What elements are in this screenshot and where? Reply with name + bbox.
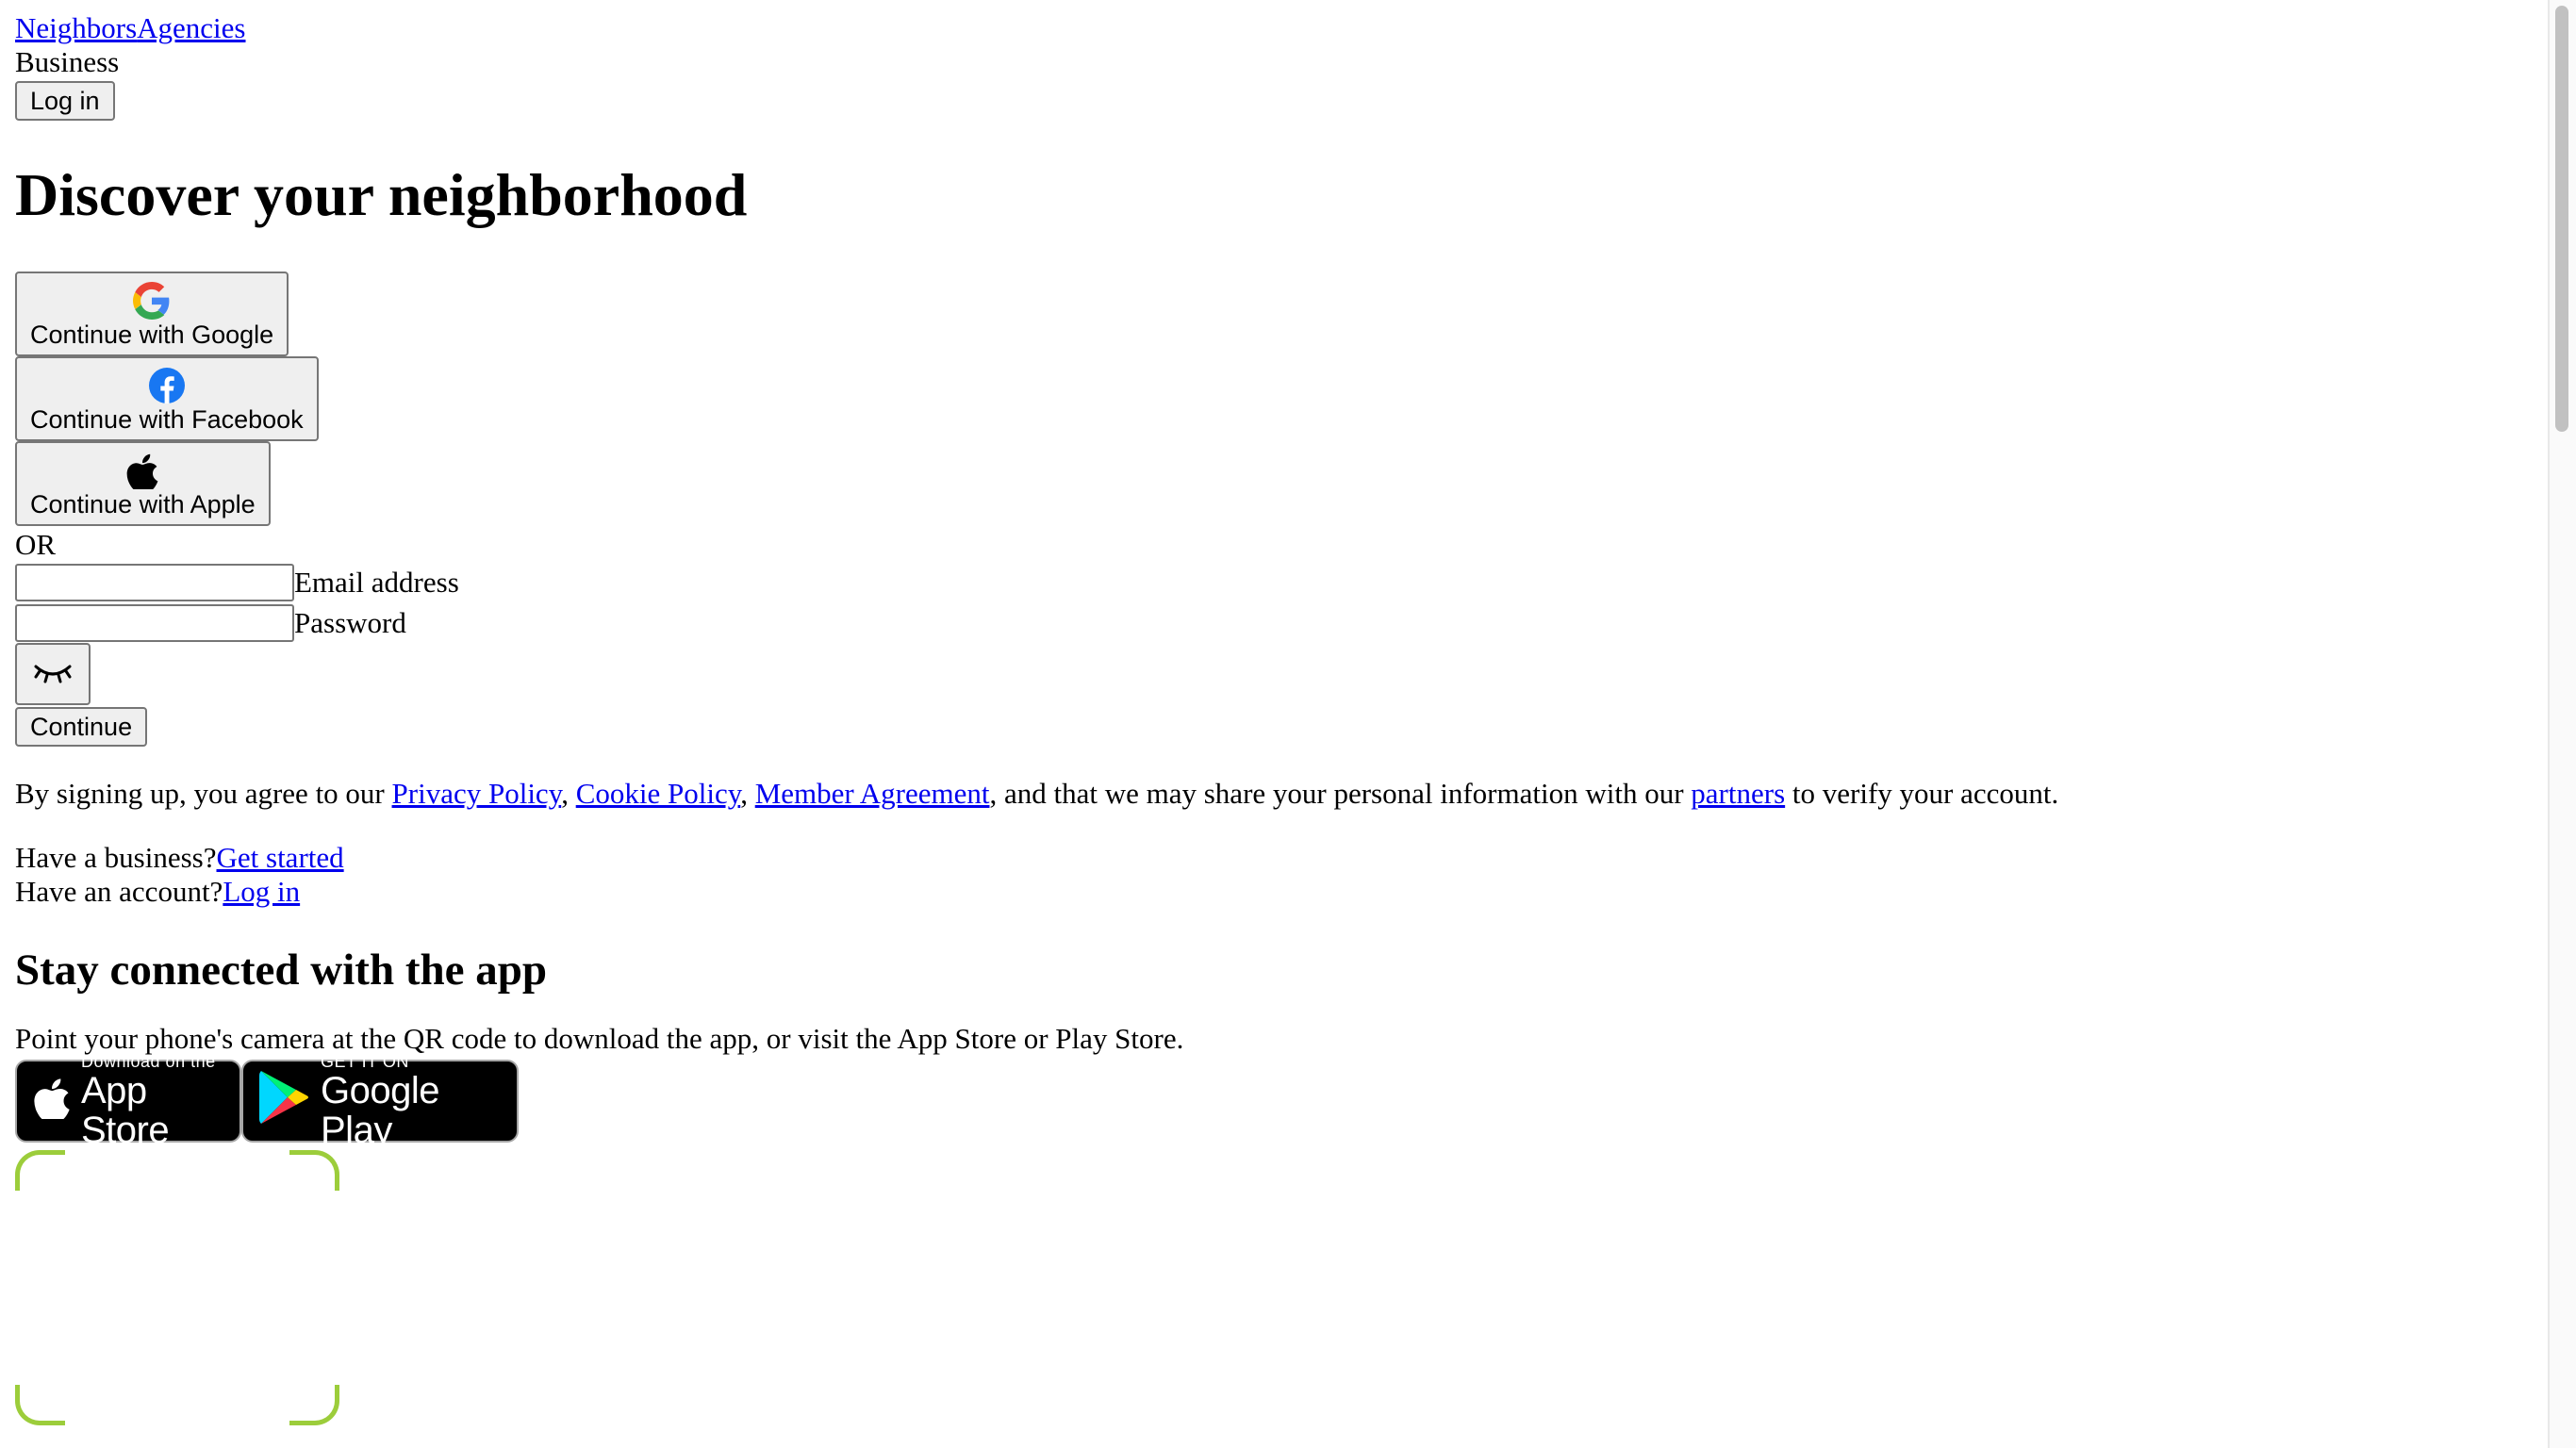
- qr-frame-corner: [289, 1150, 339, 1191]
- social-login-group: Continue with Google Continue with Faceb…: [15, 272, 2542, 526]
- password-field[interactable]: [15, 603, 294, 642]
- terms-suffix: to verify your account.: [1785, 777, 2059, 810]
- app-store-badge[interactable]: Download on the App Store: [15, 1052, 241, 1150]
- terms-text: By signing up, you agree to our Privacy …: [15, 777, 2542, 811]
- qr-frame-corner: [15, 1150, 65, 1191]
- qr-frame-corner: [15, 1385, 65, 1425]
- email-row: Email address: [15, 562, 2542, 602]
- business-row: Have a business?Get started: [15, 841, 2542, 875]
- nav-link-neighbors[interactable]: Neighbors: [15, 11, 137, 44]
- google-play-text: GET IT ON Google Play: [321, 1052, 517, 1150]
- store-badges: Download on the App Store GET IT ON Goog…: [15, 1052, 2542, 1150]
- login-link[interactable]: Log in: [223, 875, 300, 908]
- google-play-badge[interactable]: GET IT ON Google Play: [241, 1052, 519, 1150]
- get-started-link[interactable]: Get started: [217, 841, 344, 874]
- email-label: Email address: [294, 565, 459, 599]
- app-store-big-text: App Store: [81, 1070, 170, 1151]
- email-field[interactable]: [15, 563, 294, 601]
- password-row: Password: [15, 602, 2542, 643]
- account-row: Have an account?Log in: [15, 875, 2542, 909]
- page-scrollbar[interactable]: [2548, 0, 2576, 1448]
- account-prompt: Have an account?: [15, 875, 223, 908]
- top-nav: NeighborsAgencies: [15, 11, 2542, 45]
- page-title: Discover your neighborhood: [15, 161, 748, 228]
- apple-icon: [34, 1076, 70, 1127]
- toggle-password-visibility-button[interactable]: [15, 643, 91, 705]
- terms-separator: ,: [561, 777, 576, 810]
- continue-with-facebook-button[interactable]: Continue with Facebook: [15, 356, 319, 441]
- google-play-big-text: Google Play: [321, 1070, 439, 1151]
- facebook-button-label: Continue with Facebook: [30, 405, 304, 434]
- app-store-small-text: Download on the: [81, 1052, 216, 1071]
- eye-closed-icon: [32, 663, 74, 691]
- nav-link-agencies[interactable]: Agencies: [137, 11, 245, 44]
- app-store-text: Download on the App Store: [81, 1052, 239, 1150]
- google-play-small-text: GET IT ON: [321, 1052, 409, 1071]
- or-divider: OR: [15, 528, 57, 561]
- login-button[interactable]: Log in: [15, 81, 115, 121]
- app-section-title: Stay connected with the app: [15, 946, 548, 995]
- qr-frame-corner: [289, 1385, 339, 1425]
- terms-separator: ,: [740, 777, 755, 810]
- qr-code-frame: [15, 1150, 339, 1425]
- privacy-policy-link[interactable]: Privacy Policy: [392, 777, 562, 810]
- member-agreement-link[interactable]: Member Agreement: [755, 777, 990, 810]
- partners-link[interactable]: partners: [1691, 777, 1785, 810]
- footer-links: Have a business?Get started Have an acco…: [15, 841, 2542, 909]
- business-prompt: Have a business?: [15, 841, 217, 874]
- password-label: Password: [294, 605, 406, 639]
- app-section-description: Point your phone's camera at the QR code…: [15, 1022, 1184, 1055]
- facebook-icon: [30, 365, 304, 406]
- google-play-icon: [258, 1069, 309, 1133]
- nav-business-label: Business: [15, 45, 120, 78]
- terms-prefix: By signing up, you agree to our: [15, 777, 392, 810]
- cookie-policy-link[interactable]: Cookie Policy: [576, 777, 741, 810]
- page: NeighborsAgencies Business Log in Discov…: [15, 11, 2542, 1425]
- apple-button-label: Continue with Apple: [30, 490, 256, 518]
- google-icon: [30, 280, 273, 321]
- apple-icon: [30, 450, 256, 491]
- terms-middle: , and that we may share your personal in…: [989, 777, 1692, 810]
- continue-button[interactable]: Continue: [15, 707, 148, 747]
- continue-with-apple-button[interactable]: Continue with Apple: [15, 441, 271, 526]
- scrollbar-thumb[interactable]: [2555, 6, 2568, 432]
- google-button-label: Continue with Google: [30, 321, 274, 349]
- continue-with-google-button[interactable]: Continue with Google: [15, 272, 289, 356]
